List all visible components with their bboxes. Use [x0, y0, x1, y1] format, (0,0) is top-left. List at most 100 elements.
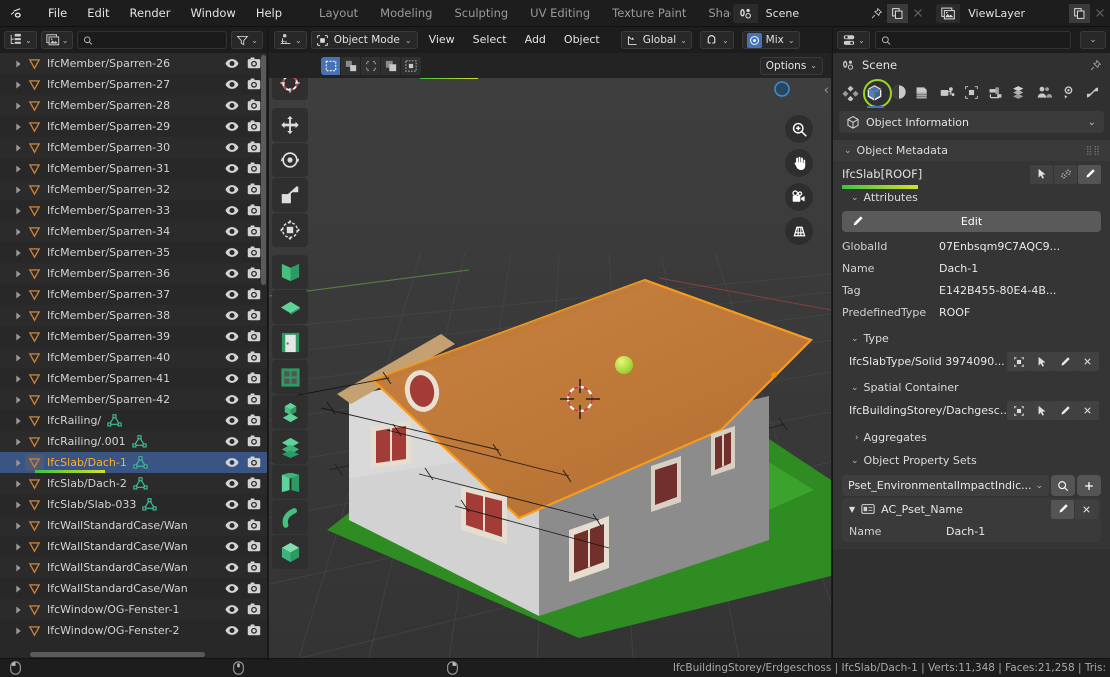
ifc-object-icon[interactable]: [25, 184, 44, 196]
remove-x-icon[interactable]: [1076, 401, 1099, 420]
aggregates-header[interactable]: › Aggregates: [833, 427, 1110, 448]
outliner-display-mode-icon[interactable]: ⌄: [4, 31, 37, 49]
editor-type-3dview-icon[interactable]: ⌄: [274, 31, 307, 49]
assign-icon[interactable]: [1030, 401, 1053, 420]
attributes-edit-button[interactable]: Edit: [842, 211, 1101, 232]
ifc-object-icon[interactable]: [25, 583, 44, 595]
scene-tab-icon[interactable]: [960, 80, 982, 104]
outliner-row[interactable]: IfcMember/Sparren-36: [0, 263, 267, 284]
disclosure-triangle-icon[interactable]: [12, 438, 25, 446]
eye-icon[interactable]: [225, 499, 239, 510]
viewport-menu-object[interactable]: Object: [557, 27, 607, 53]
bim-window-tool-icon[interactable]: [272, 360, 308, 394]
disclosure-triangle-icon[interactable]: [12, 480, 25, 488]
edit-pencil-icon[interactable]: [1051, 499, 1074, 519]
edit-pencil-icon[interactable]: [1078, 164, 1101, 184]
ifc-object-icon[interactable]: [25, 205, 44, 217]
disclosure-triangle-icon[interactable]: [12, 312, 25, 320]
eye-icon[interactable]: [225, 310, 239, 321]
outliner-row[interactable]: IfcMember/Sparren-26: [0, 53, 267, 74]
outliner-row[interactable]: IfcMember/Sparren-27: [0, 74, 267, 95]
select-icon[interactable]: [1007, 352, 1030, 371]
disclosure-triangle-icon[interactable]: [12, 627, 25, 635]
outliner-row[interactable]: IfcMember/Sparren-37: [0, 284, 267, 305]
eye-icon[interactable]: [225, 415, 239, 426]
transform-icon[interactable]: [272, 213, 308, 247]
camera-icon[interactable]: [247, 372, 261, 385]
toggle-perspective-icon[interactable]: [785, 217, 813, 245]
eye-icon[interactable]: [225, 184, 239, 195]
outliner-row[interactable]: IfcMember/Sparren-31: [0, 158, 267, 179]
remove-view-layer-icon[interactable]: [1089, 3, 1110, 23]
disclosure-triangle-icon[interactable]: [12, 102, 25, 110]
select-tweak-icon[interactable]: [341, 56, 361, 75]
camera-icon[interactable]: [247, 120, 261, 133]
sidebar-collapse-arrow-icon[interactable]: ‹: [824, 83, 829, 98]
modifier-tab-icon[interactable]: [1033, 80, 1055, 104]
edit-pencil-icon[interactable]: [1053, 352, 1076, 371]
spatial-container-header[interactable]: ⌄ Spatial Container: [833, 377, 1110, 398]
disclosure-triangle-icon[interactable]: [12, 459, 25, 467]
outliner-row[interactable]: IfcMember/Sparren-33: [0, 200, 267, 221]
disclosure-triangle-icon[interactable]: [12, 396, 25, 404]
object-metadata-header[interactable]: ⌄ Object Metadata ⣿⣿: [833, 140, 1110, 161]
eye-icon[interactable]: [225, 226, 239, 237]
eye-icon[interactable]: [225, 583, 239, 594]
eye-icon[interactable]: [225, 436, 239, 447]
camera-icon[interactable]: [247, 603, 261, 616]
search-icon[interactable]: [1051, 475, 1075, 496]
camera-icon[interactable]: [247, 78, 261, 91]
pin-icon[interactable]: [1089, 59, 1102, 72]
ifc-object-icon[interactable]: [25, 394, 44, 406]
zoom-icon[interactable]: [785, 115, 813, 143]
outliner-row[interactable]: IfcSlab/Slab-033: [0, 494, 267, 515]
select-circle-icon[interactable]: [381, 56, 401, 75]
output-tab-icon[interactable]: [912, 80, 934, 104]
remove-x-icon[interactable]: [1075, 499, 1098, 519]
workspace-tab-modeling[interactable]: Modeling: [369, 0, 443, 27]
viewlayer-selector[interactable]: ViewLayer: [936, 3, 1110, 23]
viewport-canvas[interactable]: [269, 78, 831, 658]
camera-icon[interactable]: [247, 540, 261, 553]
disclosure-triangle-icon[interactable]: [12, 228, 25, 236]
view-layer-icon[interactable]: [936, 3, 962, 23]
viewport-nav-buttons[interactable]: [785, 115, 813, 245]
eye-icon[interactable]: [225, 142, 239, 153]
outliner-row[interactable]: IfcSlab/Dach-2: [0, 473, 267, 494]
outliner-search-box[interactable]: [77, 31, 228, 49]
outliner-horizontal-scrollbar[interactable]: [30, 652, 205, 657]
eye-icon[interactable]: [225, 100, 239, 111]
workspace-tab-layout[interactable]: Layout: [308, 0, 369, 27]
outliner-row[interactable]: IfcMember/Sparren-34: [0, 221, 267, 242]
spatial-container-value[interactable]: IfcBuildingStorey/Dachgesc...: [849, 404, 1007, 417]
disclosure-triangle-icon[interactable]: [12, 123, 25, 131]
new-scene-icon[interactable]: [887, 3, 908, 23]
disclosure-triangle-icon[interactable]: [12, 291, 25, 299]
ifc-object-icon[interactable]: [25, 454, 44, 471]
bim-cube-tool-icon[interactable]: [272, 535, 308, 569]
ifc-object-icon[interactable]: [25, 499, 44, 511]
ifc-object-icon[interactable]: [25, 415, 44, 427]
select-lasso-icon[interactable]: [361, 56, 381, 75]
outliner-row[interactable]: IfcMember/Sparren-30: [0, 137, 267, 158]
camera-icon[interactable]: [247, 330, 261, 343]
outliner-row[interactable]: IfcMember/Sparren-29: [0, 116, 267, 137]
eye-icon[interactable]: [225, 352, 239, 363]
mesh-data-icon[interactable]: [142, 497, 158, 512]
outliner-row[interactable]: IfcWallStandardCase/Wan: [0, 557, 267, 578]
camera-icon[interactable]: [247, 162, 261, 175]
outliner-search-input[interactable]: [97, 34, 222, 46]
menu-file[interactable]: File: [38, 0, 77, 27]
mesh-data-icon[interactable]: [107, 413, 122, 428]
viewport-menu-view[interactable]: View: [422, 27, 462, 53]
outliner-tree[interactable]: IfcMember/Sparren-26 IfcMember/Sparren-27…: [0, 53, 267, 658]
select-similar-icon[interactable]: [1030, 164, 1053, 184]
disclosure-triangle-icon[interactable]: [12, 606, 25, 614]
viewlayer-name[interactable]: ViewLayer: [961, 3, 1070, 23]
ifc-object-icon[interactable]: [25, 604, 44, 616]
select-box-icon[interactable]: [321, 56, 341, 75]
eye-icon[interactable]: [225, 121, 239, 132]
attribute-value[interactable]: 07Enbsqm9C7AQC9...: [939, 240, 1060, 253]
object-tab-icon[interactable]: [863, 79, 893, 108]
pan-hand-icon[interactable]: [785, 149, 813, 177]
